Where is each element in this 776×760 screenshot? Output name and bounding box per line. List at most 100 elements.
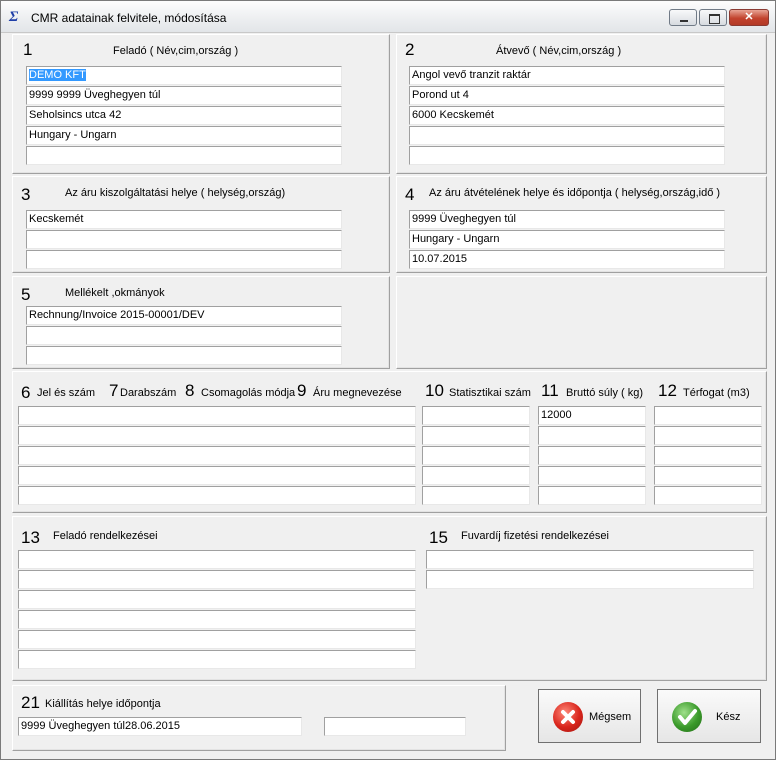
col-11-number: 11	[541, 381, 559, 400]
col-10-number: 10	[425, 381, 444, 400]
section-2-label: Átvevő ( Név,cim,ország )	[496, 45, 622, 57]
document-line-2[interactable]	[26, 326, 342, 345]
col-6-label: Jel és szám	[37, 387, 96, 399]
freight-payment-row[interactable]	[426, 570, 754, 589]
consignee-line-4[interactable]	[409, 126, 725, 145]
section-21-issue: 21 Kiállítás helye időpontja 9999 Üveghe…	[12, 685, 506, 751]
section-1-number: 1	[23, 40, 33, 59]
col-12-number: 12	[658, 381, 677, 400]
col-9-label: Áru megnevezése	[313, 387, 402, 399]
volume-row[interactable]	[654, 466, 762, 485]
volume-row[interactable]	[654, 406, 762, 425]
empty-panel	[396, 276, 767, 369]
section-4-label: Az áru átvételének helye és időpontja ( …	[429, 187, 721, 199]
sender-instruction-row[interactable]	[18, 590, 416, 609]
maximize-button[interactable]	[699, 9, 727, 26]
goods-desc-row[interactable]	[18, 466, 416, 485]
section-4-number: 4	[405, 185, 415, 204]
gross-weight-row[interactable]	[538, 466, 646, 485]
issue-place-date-field[interactable]: 9999 Üveghegyen túl28.06.2015	[18, 717, 302, 736]
consignee-line-1[interactable]: Angol vevő tranzit raktár	[409, 66, 725, 85]
section-21-number: 21	[21, 693, 40, 712]
sender-instruction-row[interactable]	[18, 650, 416, 669]
done-button[interactable]: Kész	[657, 689, 761, 743]
col-8-label: Csomagolás módja	[201, 387, 296, 399]
section-5-label: Mellékelt ,okmányok	[65, 287, 165, 299]
gross-weight-row[interactable]	[538, 486, 646, 505]
goods-desc-row[interactable]	[18, 406, 416, 425]
goods-desc-row[interactable]	[18, 446, 416, 465]
section-5-documents: 5 Mellékelt ,okmányok Rechnung/Invoice 2…	[12, 276, 390, 369]
section-13-label: Feladó rendelkezései	[53, 530, 158, 542]
volume-row[interactable]	[654, 446, 762, 465]
col-12-label: Térfogat (m3)	[683, 387, 750, 399]
section-13-number: 13	[21, 528, 40, 547]
section-1-sender: 1 Feladó ( Név,cim,ország ) DEMO KFT 999…	[12, 34, 390, 174]
section-15-label: Fuvardíj fizetési rendelkezései	[461, 530, 609, 542]
stat-number-row[interactable]	[422, 486, 530, 505]
sender-instruction-row[interactable]	[18, 610, 416, 629]
gross-weight-row[interactable]	[538, 426, 646, 445]
gross-weight-row[interactable]	[538, 446, 646, 465]
section-3-delivery-place: 3 Az áru kiszolgáltatási helye ( helység…	[12, 176, 390, 273]
section-15-number: 15	[429, 528, 448, 547]
freight-payment-row[interactable]	[426, 550, 754, 569]
section-2-consignee: 2 Átvevő ( Név,cim,ország ) Angol vevő t…	[396, 34, 767, 174]
pickup-line-1[interactable]: 9999 Üveghegyen túl	[409, 210, 725, 229]
col-7-label: Darabszám	[120, 387, 177, 399]
sender-instruction-row[interactable]	[18, 630, 416, 649]
cancel-icon	[553, 702, 583, 732]
col-7-number: 7	[109, 381, 119, 400]
volume-row[interactable]	[654, 426, 762, 445]
delivery-line-1[interactable]: Kecskemét	[26, 210, 342, 229]
cmr-dialog-window: Σ CMR adatainak felvitele, módosítása 1 …	[0, 0, 776, 760]
issue-extra-field[interactable]	[324, 717, 466, 736]
col-8-number: 8	[185, 381, 195, 400]
volume-row[interactable]	[654, 486, 762, 505]
section-3-number: 3	[21, 185, 31, 204]
sender-line-2[interactable]: 9999 9999 Üveghegyen túl	[26, 86, 342, 105]
section-2-number: 2	[405, 40, 415, 59]
consignee-line-5[interactable]	[409, 146, 725, 165]
checkmark-icon	[672, 702, 702, 732]
window-title: CMR adatainak felvitele, módosítása	[31, 11, 227, 25]
section-5-number: 5	[21, 285, 31, 304]
stat-number-row[interactable]	[422, 406, 530, 425]
consignee-line-2[interactable]: Porond ut 4	[409, 86, 725, 105]
app-icon: Σ	[9, 9, 19, 25]
stat-number-row[interactable]	[422, 426, 530, 445]
close-button[interactable]	[729, 9, 769, 26]
pickup-date[interactable]: 10.07.2015	[409, 250, 725, 269]
goods-section: 6 Jel és szám 7 Darabszám 8 Csomagolás m…	[12, 371, 767, 513]
cancel-button[interactable]: Mégsem	[538, 689, 641, 743]
goods-desc-row[interactable]	[18, 486, 416, 505]
sender-instruction-row[interactable]	[18, 550, 416, 569]
section-4-pickup-place-date: 4 Az áru átvételének helye és időpontja …	[396, 176, 767, 273]
col-9-number: 9	[297, 381, 307, 400]
section-3-label: Az áru kiszolgáltatási helye ( helység,o…	[65, 187, 286, 199]
stat-number-row[interactable]	[422, 466, 530, 485]
col-10-label: Statisztikai szám	[449, 387, 531, 399]
sender-line-4[interactable]: Hungary - Ungarn	[26, 126, 342, 145]
sender-instruction-row[interactable]	[18, 570, 416, 589]
document-line-3[interactable]	[26, 346, 342, 365]
section-21-label: Kiállítás helye időpontja	[45, 698, 161, 710]
gross-weight-row[interactable]: 12000	[538, 406, 646, 425]
done-button-label: Kész	[716, 711, 741, 723]
sender-line-1[interactable]: DEMO KFT	[26, 66, 342, 85]
stat-number-row[interactable]	[422, 446, 530, 465]
minimize-button[interactable]	[669, 9, 697, 26]
goods-desc-row[interactable]	[18, 426, 416, 445]
sender-line-5[interactable]	[26, 146, 342, 165]
sender-line-3[interactable]: Seholsincs utca 42	[26, 106, 342, 125]
document-line-1[interactable]: Rechnung/Invoice 2015-00001/DEV	[26, 306, 342, 325]
instructions-section: 13 Feladó rendelkezései 15 Fuvardíj fize…	[12, 516, 767, 681]
col-6-number: 6	[21, 383, 31, 402]
title-bar[interactable]: Σ CMR adatainak felvitele, módosítása	[1, 1, 775, 33]
section-1-label: Feladó ( Név,cim,ország )	[113, 45, 239, 57]
col-11-label: Bruttó súly ( kg)	[566, 387, 644, 399]
consignee-line-3[interactable]: 6000 Kecskemét	[409, 106, 725, 125]
delivery-line-2[interactable]	[26, 230, 342, 249]
delivery-line-3[interactable]	[26, 250, 342, 269]
pickup-line-2[interactable]: Hungary - Ungarn	[409, 230, 725, 249]
